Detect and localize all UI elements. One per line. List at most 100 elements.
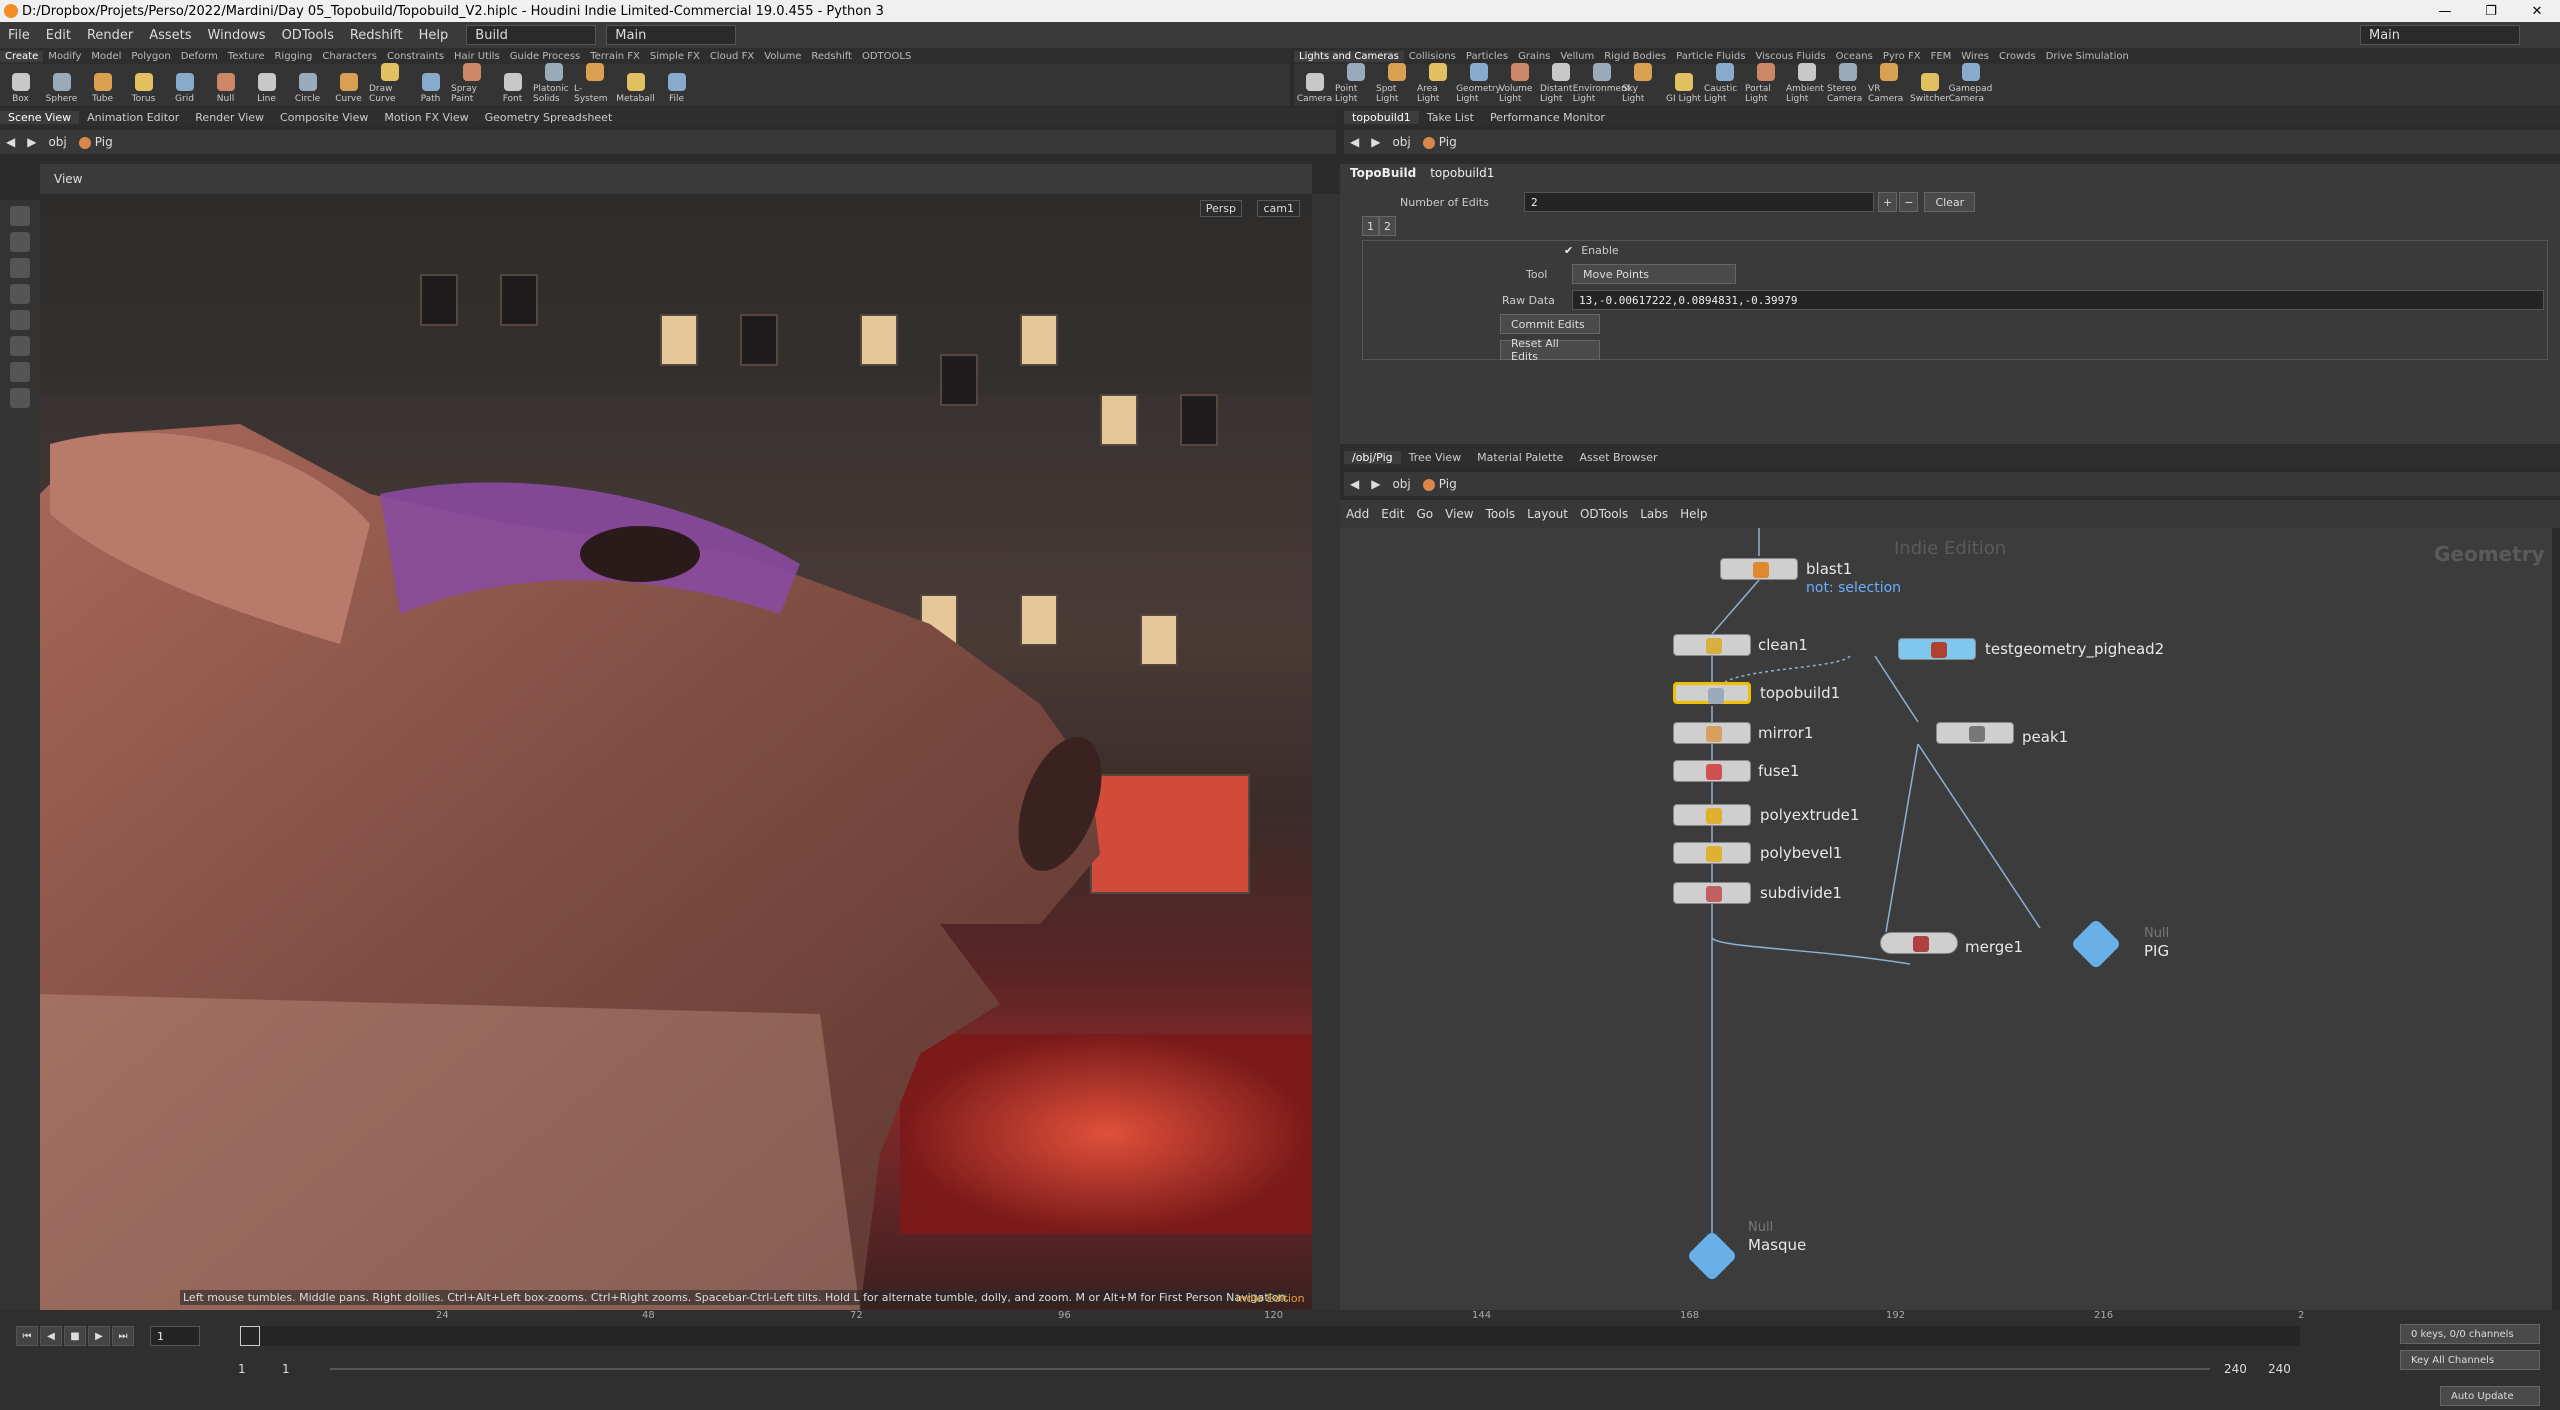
shelf-tab-polygon[interactable]: Polygon — [126, 51, 175, 62]
node-fuse1[interactable] — [1673, 760, 1751, 782]
shelf-tool-font[interactable]: Font — [492, 73, 533, 104]
net-menu-edit[interactable]: Edit — [1375, 507, 1410, 521]
multiparm-tab-2[interactable]: 2 — [1379, 216, 1396, 236]
shelf-tab-particles[interactable]: Particles — [1461, 51, 1513, 62]
camera-menu-button[interactable]: cam1 — [1257, 200, 1300, 217]
playback-start-field[interactable]: 1 — [282, 1362, 290, 1376]
shelf-tool-spray-paint[interactable]: Spray Paint — [451, 63, 492, 104]
shelf-tool-curve[interactable]: Curve — [328, 73, 369, 104]
tool-select[interactable]: Move Points — [1572, 264, 1736, 284]
num-edits-field[interactable]: 2 — [1524, 192, 1874, 212]
shelf-tool-gi-light[interactable]: GI Light — [1663, 73, 1704, 104]
snap-tool-icon[interactable] — [10, 388, 30, 408]
jump-start-button[interactable]: ⏮ — [16, 1326, 38, 1346]
menu-windows[interactable]: Windows — [200, 28, 274, 43]
menu-help[interactable]: Help — [411, 28, 457, 43]
timeline-slider[interactable] — [240, 1326, 2300, 1346]
shelf-tool-draw-curve[interactable]: Draw Curve — [369, 63, 410, 104]
shelf-tool-null[interactable]: Null — [205, 73, 246, 104]
forward-arrow-icon[interactable]: ▶ — [21, 135, 42, 149]
play-button[interactable]: ▶ — [88, 1326, 110, 1346]
shelf-tool-stereo-camera[interactable]: Stereo Camera — [1827, 63, 1868, 104]
shelf-tool-tube[interactable]: Tube — [82, 73, 123, 104]
shelf-tool-environment-light[interactable]: Environment Light — [1573, 63, 1630, 104]
path-obj[interactable]: obj — [1386, 477, 1416, 491]
playback-end-field[interactable]: 240 — [2224, 1362, 2247, 1376]
tab-obj-pig[interactable]: /obj/Pig — [1344, 450, 1401, 464]
shelf-tool-sphere[interactable]: Sphere — [41, 73, 82, 104]
magnet-tool-icon[interactable] — [10, 362, 30, 382]
shelf-tab-characters[interactable]: Characters — [317, 51, 382, 62]
remove-edit-button[interactable]: − — [1899, 192, 1919, 212]
shelf-tool-switcher[interactable]: Switcher — [1909, 73, 1950, 104]
shelf-tab-lights-and-cameras[interactable]: Lights and Cameras — [1294, 50, 1404, 62]
tab-motion-fx-view[interactable]: Motion FX View — [376, 111, 476, 124]
shelf-tool-point-light[interactable]: Point Light — [1335, 63, 1376, 104]
shelf-tab-model[interactable]: Model — [86, 51, 126, 62]
persp-menu-button[interactable]: Persp — [1199, 200, 1242, 217]
shelf-tool-torus[interactable]: Torus — [123, 73, 164, 104]
shelf-tab-guide-process[interactable]: Guide Process — [505, 51, 585, 62]
shelf-tab-texture[interactable]: Texture — [223, 51, 270, 62]
shelf-tab-modify[interactable]: Modify — [43, 51, 86, 62]
desktop-right-select[interactable]: Main — [2360, 25, 2520, 45]
shelf-tab-collisions[interactable]: Collisions — [1404, 51, 1461, 62]
tab-composite-view[interactable]: Composite View — [272, 111, 376, 124]
select-tool-icon[interactable] — [10, 206, 30, 226]
shelf-tool-area-light[interactable]: Area Light — [1417, 63, 1458, 104]
shelf-tool-sky-light[interactable]: Sky Light — [1622, 63, 1663, 104]
path-obj[interactable]: obj — [1386, 135, 1416, 149]
network-editor[interactable]: Indie Edition Geometry blast1 not: selec… — [1340, 528, 2552, 1310]
auto-update-button[interactable]: Auto Update — [2440, 1386, 2540, 1406]
forward-arrow-icon[interactable]: ▶ — [1365, 135, 1386, 149]
net-menu-odtools[interactable]: ODTools — [1574, 507, 1634, 521]
maximize-button[interactable]: ❐ — [2468, 0, 2514, 22]
node-blast1[interactable] — [1720, 558, 1798, 580]
shelf-tool-box[interactable]: Box — [0, 73, 41, 104]
shelf-tab-particle-fluids[interactable]: Particle Fluids — [1671, 51, 1750, 62]
shelf-tab-deform[interactable]: Deform — [176, 51, 223, 62]
raw-data-field[interactable]: 13,-0.00617222,0.0894831,-0.39979 — [1572, 290, 2544, 310]
key-all-channels-button[interactable]: Key All Channels — [2400, 1350, 2540, 1370]
menu-assets[interactable]: Assets — [141, 28, 199, 43]
scene-viewport[interactable]: Persp cam1 — [40, 194, 1312, 1310]
node-name-field[interactable]: topobuild1 — [1430, 166, 1494, 180]
menu-file[interactable]: File — [0, 28, 38, 43]
shelf-tool-volume-light[interactable]: Volume Light — [1499, 63, 1540, 104]
shelf-tool-line[interactable]: Line — [246, 73, 287, 104]
net-menu-help[interactable]: Help — [1674, 507, 1713, 521]
net-menu-labs[interactable]: Labs — [1634, 507, 1674, 521]
menu-edit[interactable]: Edit — [38, 28, 79, 43]
shelf-tab-cloud-fx[interactable]: Cloud FX — [705, 51, 759, 62]
shelf-tab-create[interactable]: Create — [0, 50, 44, 62]
tab-material-palette[interactable]: Material Palette — [1469, 451, 1571, 464]
shelf-tab-constraints[interactable]: Constraints — [382, 51, 449, 62]
range-slider[interactable] — [330, 1368, 2210, 1370]
path-pig[interactable]: Pig — [73, 135, 119, 149]
current-frame-field[interactable]: 1 — [150, 1326, 200, 1346]
back-arrow-icon[interactable]: ◀ — [1344, 477, 1365, 491]
scale-tool-icon[interactable] — [10, 284, 30, 304]
tab-render-view[interactable]: Render View — [187, 111, 272, 124]
node-polyextrude1[interactable] — [1673, 804, 1751, 826]
shelf-tool-file[interactable]: File — [656, 73, 697, 104]
shelf-tool-gamepad-camera[interactable]: Gamepad Camera — [1949, 63, 1992, 104]
stop-button[interactable]: ■ — [64, 1326, 86, 1346]
node-merge1[interactable] — [1880, 932, 1958, 954]
pose-tool-icon[interactable] — [10, 336, 30, 356]
net-menu-layout[interactable]: Layout — [1521, 507, 1574, 521]
shelf-tool-geometry-light[interactable]: Geometry Light — [1456, 63, 1501, 104]
tab-take-list[interactable]: Take List — [1419, 111, 1482, 124]
tab-geometry-spreadsheet[interactable]: Geometry Spreadsheet — [477, 111, 621, 124]
tab-topobuild[interactable]: topobuild1 — [1344, 110, 1419, 124]
step-back-button[interactable]: ◀ — [40, 1326, 62, 1346]
close-button[interactable]: ✕ — [2514, 0, 2560, 22]
shelf-tab-rigid-bodies[interactable]: Rigid Bodies — [1599, 51, 1671, 62]
shelf-tab-crowds[interactable]: Crowds — [1994, 51, 2041, 62]
range-start-field[interactable]: 1 — [238, 1362, 246, 1376]
commit-edits-button[interactable]: Commit Edits — [1500, 314, 1600, 334]
shelf-tab-vellum[interactable]: Vellum — [1555, 51, 1599, 62]
shelf-tool-vr-camera[interactable]: VR Camera — [1868, 63, 1909, 104]
shelf-tab-fem[interactable]: FEM — [1926, 51, 1957, 62]
shelf-tab-hair-utils[interactable]: Hair Utils — [449, 51, 505, 62]
